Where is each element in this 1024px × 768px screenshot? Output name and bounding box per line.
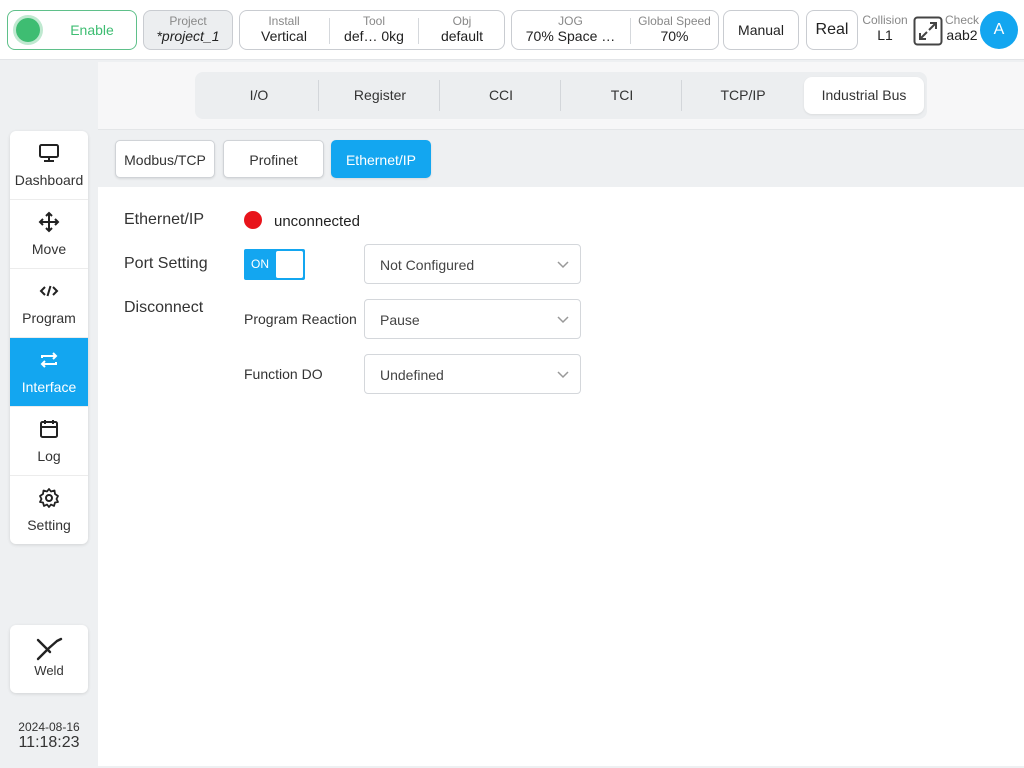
program-reaction-value: Pause (380, 312, 420, 328)
tab-register[interactable]: Register (320, 77, 440, 114)
tab-industrial-bus[interactable]: Industrial Bus (804, 77, 924, 114)
weld-label: Weld (34, 663, 64, 678)
time-display: 11:18:23 (18, 734, 80, 751)
tab-tcp-ip[interactable]: TCP/IP (683, 77, 803, 114)
tool-cell: Tool def… 0kg (330, 11, 418, 49)
sidebar-item-program[interactable]: Program (10, 269, 88, 338)
jog-cell: JOG 70% Space … (512, 11, 629, 49)
obj-label: Obj (452, 14, 472, 28)
collision-value: L1 (877, 27, 893, 43)
enable-status-dot (16, 18, 40, 42)
main-tabs-area: I/O Register CCI TCI TCP/IP Industrial B… (98, 62, 1024, 130)
real-label: Real (815, 21, 849, 38)
enable-button[interactable]: Enable (7, 10, 137, 50)
check-label: Check (945, 13, 980, 27)
jog-value: 70% Space … (525, 28, 616, 44)
gear-icon (39, 488, 59, 508)
port-setting-label: Port Setting (124, 255, 208, 272)
connection-status-text: unconnected (274, 213, 360, 230)
real-button[interactable]: Real (806, 10, 858, 50)
code-icon (39, 285, 59, 297)
tab-tci[interactable]: TCI (562, 77, 682, 114)
avatar[interactable]: A (980, 11, 1018, 49)
weld-torch-icon (36, 637, 63, 661)
install-tool-obj-button[interactable]: Install Vertical Tool def… 0kg Obj defau… (239, 10, 505, 50)
disconnect-label: Disconnect (124, 299, 204, 316)
port-config-select[interactable]: Not Configured (364, 244, 581, 284)
sidebar-item-label: Dashboard (14, 172, 84, 188)
swap-arrows-icon (40, 352, 58, 368)
global-speed-value: 70% (660, 28, 689, 44)
install-cell: Install Vertical (240, 11, 328, 49)
obj-value: default (440, 28, 484, 44)
collision-label: Collision (862, 13, 908, 27)
global-speed-cell: Global Speed 70% (631, 11, 718, 49)
tool-label: Tool (362, 14, 385, 28)
top-bar: Enable Project *project_1 Install Vertic… (0, 0, 1024, 60)
tab-io[interactable]: I/O (199, 77, 319, 114)
port-setting-toggle[interactable]: ON (244, 249, 305, 280)
program-reaction-label: Program Reaction (244, 311, 357, 327)
mode-label: Manual (738, 22, 784, 38)
project-value: *project_1 (156, 28, 220, 44)
calendar-icon (40, 420, 58, 438)
global-speed-label: Global Speed (638, 14, 711, 28)
chevron-down-icon (557, 316, 569, 324)
mode-button[interactable]: Manual (723, 10, 799, 50)
subtab-ethernet-ip[interactable]: Ethernet/IP (331, 140, 431, 178)
toggle-on-label: ON (251, 257, 269, 271)
function-do-label: Function DO (244, 366, 323, 382)
sidebar-nav: Dashboard Move Program Interface Log Set… (10, 131, 88, 544)
port-config-value: Not Configured (380, 257, 475, 273)
enable-label: Enable (70, 22, 114, 38)
collision-indicator[interactable]: Collision L1 (861, 14, 909, 44)
function-do-select[interactable]: Undefined (364, 354, 581, 394)
check-indicator[interactable]: Check aab2 (945, 14, 979, 44)
sidebar-item-label: Move (31, 241, 67, 257)
subtab-profinet[interactable]: Profinet (223, 140, 324, 178)
sidebar-item-interface[interactable]: Interface (10, 338, 88, 407)
move-arrows-icon (38, 211, 60, 233)
sidebar-item-move[interactable]: Move (10, 200, 88, 269)
subtab-modbus-tcp[interactable]: Modbus/TCP (115, 140, 215, 178)
program-reaction-select[interactable]: Pause (364, 299, 581, 339)
tool-value: def… 0kg (344, 28, 404, 44)
jog-speed-button[interactable]: JOG 70% Space … Global Speed 70% (511, 10, 719, 50)
project-button[interactable]: Project *project_1 (143, 10, 233, 50)
project-label: Project (169, 14, 207, 28)
weld-button[interactable]: Weld (10, 625, 88, 693)
chevron-down-icon (557, 371, 569, 379)
sidebar-item-label: Setting (27, 517, 71, 533)
check-value: aab2 (946, 27, 978, 43)
ethernet-ip-label: Ethernet/IP (124, 211, 205, 228)
install-value: Vertical (261, 28, 307, 44)
sidebar-item-label: Log (37, 448, 61, 464)
obj-cell: Obj default (419, 11, 505, 49)
monitor-icon (39, 144, 59, 162)
sidebar-item-label: Program (22, 310, 76, 326)
toggle-knob (276, 251, 303, 278)
expand-icon[interactable] (913, 16, 943, 46)
main-tabs: I/O Register CCI TCI TCP/IP Industrial B… (195, 72, 927, 119)
install-label: Install (268, 14, 300, 28)
project-cell: Project *project_1 (144, 11, 232, 49)
date-display: 2024-08-16 (18, 720, 80, 734)
sidebar-item-log[interactable]: Log (10, 407, 88, 476)
chevron-down-icon (557, 261, 569, 269)
sidebar-item-dashboard[interactable]: Dashboard (10, 131, 88, 200)
content-panel: I/O Register CCI TCI TCP/IP Industrial B… (98, 62, 1024, 766)
function-do-value: Undefined (380, 367, 444, 383)
sidebar-item-setting[interactable]: Setting (10, 476, 88, 544)
tab-cci[interactable]: CCI (441, 77, 561, 114)
sub-tabs-area: Modbus/TCP Profinet Ethernet/IP (98, 130, 1024, 187)
connection-status-dot (244, 211, 262, 229)
jog-label: JOG (558, 14, 583, 28)
sidebar-item-label: Interface (21, 379, 77, 395)
